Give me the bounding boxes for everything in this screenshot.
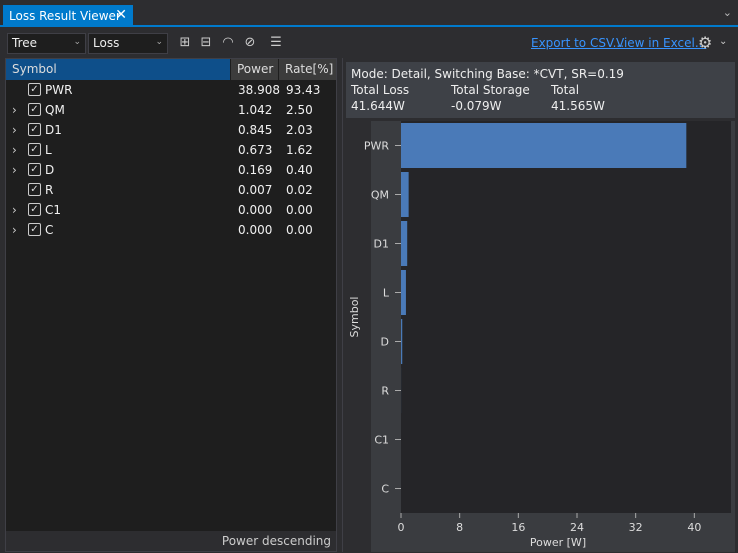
row-symbol: D1 bbox=[45, 123, 62, 137]
y-tick-label: QM bbox=[371, 189, 389, 202]
x-tick-label: 40 bbox=[687, 521, 701, 534]
row-checkbox[interactable]: ✓ bbox=[28, 143, 41, 156]
hide-icon[interactable]: ⊘ bbox=[242, 35, 258, 51]
row-checkbox[interactable]: ✓ bbox=[28, 83, 41, 96]
row-rate: 0.40 bbox=[286, 163, 313, 177]
bar-L bbox=[401, 270, 406, 315]
chevron-down-icon[interactable]: ⌄ bbox=[719, 36, 727, 47]
tab-title: Loss Result Viewer bbox=[9, 9, 121, 23]
export-csv-link[interactable]: Export to CSV... bbox=[531, 36, 624, 50]
x-tick-label: 16 bbox=[511, 521, 525, 534]
expand-chevron-icon[interactable]: › bbox=[12, 223, 17, 237]
tab-bar: Loss Result Viewer ✕ ⌄ bbox=[0, 0, 738, 27]
expand-chevron-icon[interactable]: › bbox=[12, 123, 17, 137]
x-tick-label: 0 bbox=[398, 521, 405, 534]
tab-loss-result-viewer[interactable]: Loss Result Viewer ✕ bbox=[3, 5, 133, 27]
row-symbol: L bbox=[45, 143, 52, 157]
x-tick-label: 24 bbox=[570, 521, 584, 534]
header-symbol[interactable]: Symbol bbox=[6, 59, 230, 80]
y-tick-label: C1 bbox=[374, 434, 389, 447]
table-row[interactable]: ✓ PWR 38.908 93.43 bbox=[6, 80, 336, 100]
chart-panel: Mode: Detail, Switching Base: *CVT, SR=0… bbox=[342, 58, 735, 552]
table-row[interactable]: › ✓ D 0.169 0.40 bbox=[6, 160, 336, 180]
gear-icon[interactable]: ⚙ bbox=[698, 33, 712, 52]
bar-D1 bbox=[401, 221, 408, 266]
row-symbol: D bbox=[45, 163, 55, 177]
chevron-down-icon[interactable]: ⌄ bbox=[723, 6, 732, 19]
row-checkbox[interactable]: ✓ bbox=[28, 203, 41, 216]
header-power[interactable]: Power bbox=[231, 59, 278, 80]
table-row[interactable]: › ✓ QM 1.042 2.50 bbox=[6, 100, 336, 120]
bar-PWR bbox=[401, 123, 687, 168]
plot-area bbox=[401, 121, 731, 513]
row-power: 1.042 bbox=[238, 103, 273, 117]
x-axis-label: Power [W] bbox=[530, 536, 586, 549]
x-tick-label: 8 bbox=[456, 521, 463, 534]
row-symbol: C bbox=[45, 223, 54, 237]
row-rate: 93.43 bbox=[286, 83, 321, 97]
table-row[interactable]: › ✓ C1 0.000 0.00 bbox=[6, 200, 336, 220]
chevron-down-icon: ⌄ bbox=[155, 37, 163, 47]
table-row[interactable]: ✓ R 0.007 0.02 bbox=[6, 180, 336, 200]
x-tick-label: 32 bbox=[629, 521, 643, 534]
fit-icon[interactable]: ☰ bbox=[268, 35, 284, 51]
row-rate: 2.50 bbox=[286, 103, 313, 117]
loss-table: Symbol Power Rate[%] ✓ PWR 38.908 93.43 › ✓ QM… bbox=[5, 58, 337, 552]
collapse-all-icon[interactable]: ⊟ bbox=[198, 35, 214, 51]
row-rate: 0.02 bbox=[286, 183, 313, 197]
row-checkbox[interactable]: ✓ bbox=[28, 123, 41, 136]
row-power: 0.000 bbox=[238, 223, 273, 237]
close-icon[interactable]: ✕ bbox=[115, 7, 127, 23]
row-power: 0.673 bbox=[238, 143, 273, 157]
row-rate: 0.00 bbox=[286, 203, 313, 217]
header-rate[interactable]: Rate[%] bbox=[279, 59, 336, 80]
row-power: 38.908 bbox=[238, 83, 280, 97]
show-icon[interactable]: ◠ bbox=[220, 35, 236, 51]
row-checkbox[interactable]: ✓ bbox=[28, 223, 41, 236]
y-tick-label: D bbox=[381, 336, 389, 349]
row-symbol: R bbox=[45, 183, 54, 197]
expand-chevron-icon[interactable]: › bbox=[12, 203, 17, 217]
row-power: 0.000 bbox=[238, 203, 273, 217]
row-power: 0.845 bbox=[238, 123, 273, 137]
row-rate: 0.00 bbox=[286, 223, 313, 237]
expand-all-icon[interactable]: ⊞ bbox=[177, 35, 193, 51]
row-rate: 2.03 bbox=[286, 123, 313, 137]
expand-chevron-icon[interactable]: › bbox=[12, 103, 17, 117]
type-select[interactable]: Loss ⌄ bbox=[88, 33, 168, 54]
y-tick-label: D1 bbox=[374, 238, 389, 251]
row-power: 0.007 bbox=[238, 183, 273, 197]
bar-QM bbox=[401, 172, 409, 217]
y-tick-label: R bbox=[381, 385, 389, 398]
y-tick-label: PWR bbox=[364, 140, 390, 153]
loss-bar-chart: PWR QM D1 L D R C1 C 0 8 16 24 32 40 Power [W] Symbol bbox=[348, 121, 731, 549]
view-in-excel-link[interactable]: View in Excel... bbox=[616, 36, 706, 50]
row-symbol: C1 bbox=[45, 203, 62, 217]
sort-status: Power descending bbox=[6, 531, 336, 551]
expand-chevron-icon[interactable]: › bbox=[12, 163, 17, 177]
chevron-down-icon: ⌄ bbox=[73, 37, 81, 47]
row-rate: 1.62 bbox=[286, 143, 313, 157]
table-row[interactable]: › ✓ D1 0.845 2.03 bbox=[6, 120, 336, 140]
row-symbol: PWR bbox=[45, 83, 73, 97]
bar-D bbox=[401, 319, 403, 364]
y-tick-label: C bbox=[381, 483, 389, 496]
row-power: 0.169 bbox=[238, 163, 273, 177]
row-checkbox[interactable]: ✓ bbox=[28, 103, 41, 116]
view-select[interactable]: Tree ⌄ bbox=[7, 33, 86, 54]
row-symbol: QM bbox=[45, 103, 65, 117]
table-row[interactable]: › ✓ L 0.673 1.62 bbox=[6, 140, 336, 160]
expand-chevron-icon[interactable]: › bbox=[12, 143, 17, 157]
row-checkbox[interactable]: ✓ bbox=[28, 183, 41, 196]
y-tick-label: L bbox=[383, 287, 390, 300]
row-checkbox[interactable]: ✓ bbox=[28, 163, 41, 176]
table-row[interactable]: › ✓ C 0.000 0.00 bbox=[6, 220, 336, 240]
y-axis-label: Symbol bbox=[348, 297, 361, 338]
